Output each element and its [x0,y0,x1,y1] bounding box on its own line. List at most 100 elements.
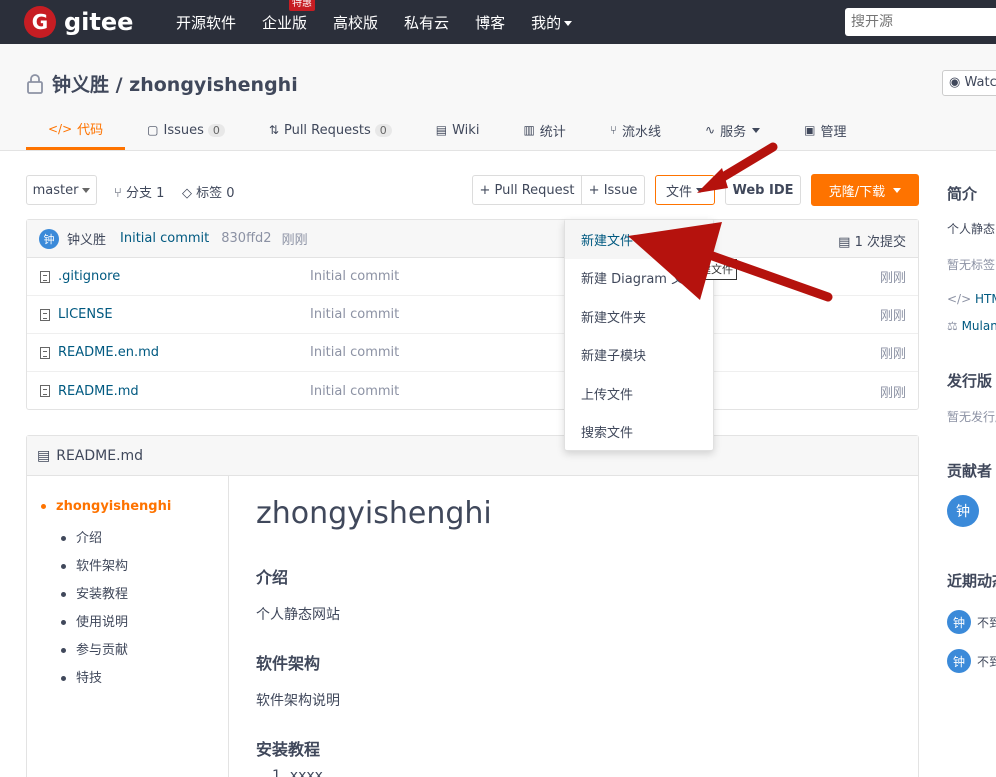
tab-manage[interactable]: ▣ 管理 [782,110,868,150]
bullet-icon [61,676,66,681]
tab-code-label: 代码 [77,123,104,138]
bullet-icon [41,504,46,509]
promo-badge: 特惠 [289,0,316,11]
toc-item[interactable]: 特技 [61,667,102,686]
section-heading: 软件架构 [256,654,321,673]
file-list: 钟 钟义胜 Initial commit 830ffd2 刚刚 ▤ 1 次提交 … [26,219,919,410]
latest-commit: 钟 钟义胜 Initial commit 830ffd2 刚刚 ▤ 1 次提交 [27,220,918,258]
toc-item[interactable]: 使用说明 [61,611,128,630]
commit-author[interactable]: 钟义胜 [67,229,106,248]
settings-icon: ▣ [804,123,816,137]
readme-title: zhongyishenghi [256,496,492,531]
toc-item-label: 介绍 [76,531,103,546]
toc-item[interactable]: 介绍 [61,527,102,546]
readme-header-label: README.md [56,447,144,464]
nav-item-private-cloud[interactable]: 私有云 [404,12,449,33]
menu-item-new-folder[interactable]: 新建文件夹 [565,297,713,336]
nav-item-mine[interactable]: 我的 [531,12,573,33]
tab-code[interactable]: </> 代码 [26,110,126,150]
tab-issues-label: Issues [163,122,204,138]
table-row[interactable]: README.en.md Initial commit 刚刚 [27,334,918,372]
pipeline-icon: ⑂ [609,123,617,137]
file-commit-message[interactable]: Initial commit [310,269,399,284]
file-name[interactable]: .gitignore [58,269,308,284]
commit-hash[interactable]: 830ffd2 [221,231,271,246]
branch-select[interactable]: master [26,175,97,205]
new-pull-request-button[interactable]: + Pull Request [472,175,582,205]
tab-services-label: 服务 [720,124,747,140]
new-issue-button[interactable]: + Issue [581,175,645,205]
web-ide-button[interactable]: Web IDE [725,175,801,205]
list-item: 1. xxxx [272,768,323,777]
toc-item[interactable]: zhongyishenghi [41,499,171,514]
avatar[interactable]: 钟 [39,228,59,249]
commit-count[interactable]: ▤ 1 次提交 [838,231,906,250]
tab-stats-label: 统计 [539,124,566,140]
gitee-logo[interactable]: G gitee [24,6,154,38]
file-commit-message[interactable]: Initial commit [310,345,399,360]
avatar[interactable]: 钟 [947,495,979,527]
pulse-icon: ∿ [705,123,716,137]
sidebar-no-tags: 暂无标签 [947,258,996,272]
chevron-down-icon [893,187,902,193]
menu-item-upload-file[interactable]: 上传文件 [565,374,713,413]
pull-request-icon: ⇅ [268,123,279,137]
tab-pipeline[interactable]: ⑂ 流水线 [588,110,683,150]
file-name[interactable]: LICENSE [58,307,308,322]
commits-icon: ▤ [838,235,855,250]
chevron-down-icon [752,127,761,133]
avatar[interactable]: 钟 [947,649,971,673]
sidebar-language[interactable]: </> HTML [947,292,996,306]
bullet-icon [61,536,66,541]
toc-item[interactable]: 参与贡献 [61,639,128,658]
file-commit-message[interactable]: Initial commit [310,307,399,322]
file-name[interactable]: README.md [58,384,308,399]
toc-item-label: zhongyishenghi [56,499,172,514]
tab-wiki[interactable]: ▤ Wiki [414,110,502,150]
table-row[interactable]: .gitignore Initial commit 刚刚 [27,258,918,296]
table-row[interactable]: LICENSE Initial commit 刚刚 [27,296,918,334]
nav-item-blog[interactable]: 博客 [475,12,505,33]
sidebar-license-label: MulanPSL [961,319,996,333]
branches-link[interactable]: ⑂ 分支 1 [114,182,164,201]
tags-link[interactable]: ◇ 标签 0 [182,182,235,201]
avatar[interactable]: 钟 [947,610,971,634]
tab-stats[interactable]: ▥ 统计 [501,110,587,150]
tooltip: 新建文件 [685,259,737,280]
tab-pull-requests[interactable]: ⇅ Pull Requests 0 [247,110,414,150]
toc-item[interactable]: 软件架构 [61,555,128,574]
commit-message[interactable]: Initial commit [120,231,209,246]
sidebar-license[interactable]: ⚖ MulanPSL [947,319,996,333]
table-row[interactable]: README.md Initial commit 刚刚 [27,372,918,410]
chevron-down-icon [696,187,704,193]
watch-button[interactable]: ◉ Watc [942,70,996,96]
chevron-down-icon [82,187,91,193]
menu-item-new-submodule[interactable]: 新建子模块 [565,336,713,375]
clone-download-button[interactable]: 克隆/下载 [811,174,919,206]
chevron-down-icon [564,20,573,26]
branch-select-label: master [32,182,79,198]
toc-item-label: 使用说明 [76,615,129,630]
nav-item-open-source[interactable]: 开源软件 [176,12,236,33]
file-menu-button[interactable]: 文件 [655,175,715,205]
tab-services[interactable]: ∿ 服务 [683,110,782,150]
repo-title-text[interactable]: 钟义胜 / zhongyishenghi [52,70,298,97]
section-heading: 安装教程 [256,740,321,759]
nav-item-education[interactable]: 高校版 [333,12,378,33]
menu-item-new-file[interactable]: 新建文件 [565,220,713,259]
pull-requests-count: 0 [374,123,392,137]
file-name[interactable]: README.en.md [58,345,308,360]
nav-item-enterprise[interactable]: 企业版 特惠 [262,0,316,33]
toc-item[interactable]: 安装教程 [61,583,128,602]
file-commit-message[interactable]: Initial commit [310,384,399,399]
file-menu-label: 文件 [665,184,692,200]
repo-header: 钟义胜 / zhongyishenghi ◉ Watc </> 代码 ▢ Iss… [0,44,996,151]
repo-tabs: </> 代码 ▢ Issues 0 ⇅ Pull Requests 0 ▤ Wi… [26,110,868,150]
tab-issues[interactable]: ▢ Issues 0 [125,110,247,150]
nav-item-mine-label: 我的 [531,13,562,32]
search-input[interactable] [845,8,996,36]
scale-icon: ⚖ [947,319,962,333]
menu-item-search-file[interactable]: 搜索文件 [565,413,713,452]
code-icon: </> [947,292,975,306]
readme-header: ▤ README.md [27,436,918,476]
